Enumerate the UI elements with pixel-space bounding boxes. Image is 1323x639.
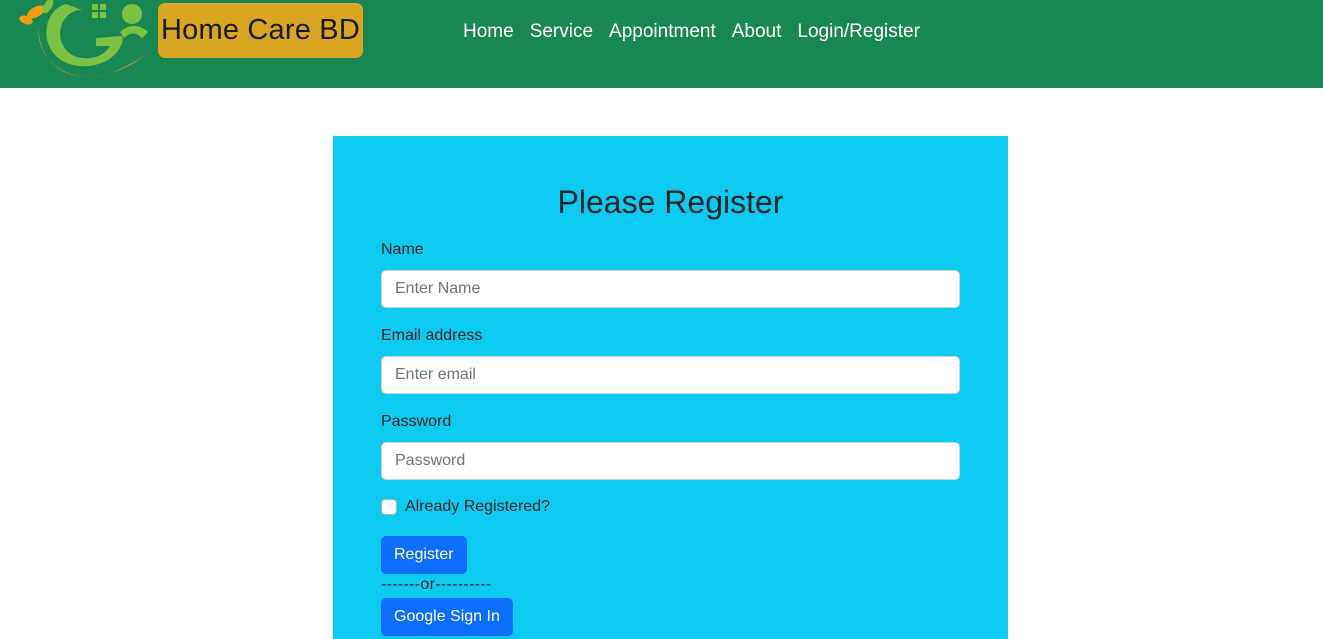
- nav-link-login-register[interactable]: Login/Register: [789, 18, 928, 46]
- already-registered-row: Already Registered?: [381, 498, 550, 516]
- email-label: Email address: [381, 327, 483, 344]
- nav-link-about[interactable]: About: [724, 18, 790, 46]
- password-input[interactable]: [381, 442, 960, 480]
- navbar: Home Care BD Home Service Appointment Ab…: [0, 0, 1323, 88]
- name-label: Name: [381, 241, 424, 258]
- nav-link-home[interactable]: Home: [455, 18, 522, 46]
- google-sign-in-button[interactable]: Google Sign In: [381, 598, 513, 636]
- form-title: Please Register: [557, 184, 784, 220]
- name-input[interactable]: [381, 270, 960, 308]
- already-registered-label[interactable]: Already Registered?: [405, 498, 550, 516]
- already-registered-checkbox[interactable]: [381, 499, 397, 515]
- or-divider: -------or----------: [381, 576, 492, 593]
- home-care-logo-icon[interactable]: [8, 0, 158, 84]
- nav-link-appointment[interactable]: Appointment: [601, 18, 724, 46]
- brand-title[interactable]: Home Care BD: [158, 3, 363, 58]
- password-label: Password: [381, 413, 452, 430]
- nav-links: Home Service Appointment About Login/Reg…: [455, 18, 928, 46]
- nav-link-service[interactable]: Service: [522, 18, 601, 46]
- register-button[interactable]: Register: [381, 536, 467, 574]
- email-input[interactable]: [381, 356, 960, 394]
